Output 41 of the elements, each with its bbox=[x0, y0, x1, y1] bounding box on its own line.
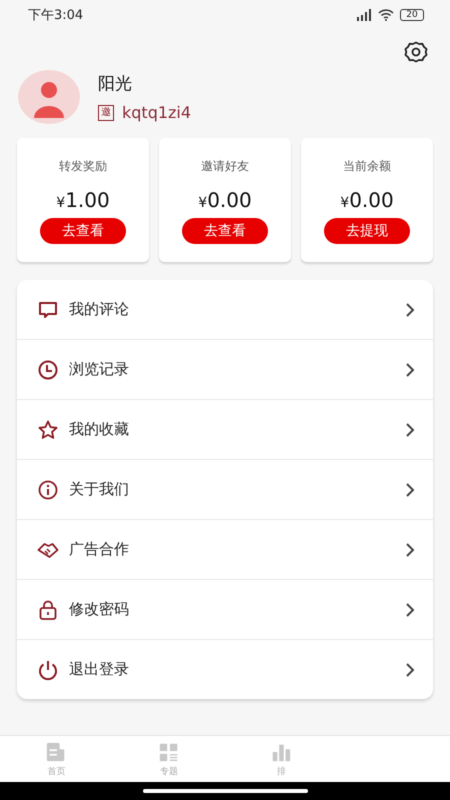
chevron-icon bbox=[405, 542, 415, 558]
stat-label: 转发奖励 bbox=[59, 158, 107, 175]
status-time: 下午3:04 bbox=[28, 7, 84, 24]
menu-item[interactable]: 退出登录 bbox=[69, 660, 395, 679]
star-icon bbox=[37, 418, 59, 440]
lock-icon bbox=[37, 598, 59, 620]
avatar-icon bbox=[18, 70, 80, 124]
chevron-icon bbox=[405, 422, 415, 438]
stat-label: 当前余额 bbox=[343, 158, 391, 175]
chevron-icon bbox=[405, 602, 415, 618]
wifi-icon bbox=[378, 9, 394, 21]
stat-amount: 0.00 bbox=[349, 188, 394, 212]
currency-sign: ¥ bbox=[198, 195, 208, 211]
stat-button[interactable]: 去查看 bbox=[182, 218, 268, 244]
battery-indicator: 20 bbox=[400, 9, 424, 21]
menu-item[interactable]: 广告合作 bbox=[69, 540, 395, 559]
menu-item[interactable]: 修改密码 bbox=[69, 600, 395, 619]
chevron-icon bbox=[405, 302, 415, 318]
chevron-icon bbox=[405, 362, 415, 378]
chevron-icon bbox=[405, 482, 415, 498]
invite-badge: 邀 bbox=[98, 104, 114, 120]
menu-item[interactable]: 关于我们 bbox=[69, 480, 395, 499]
chevron-icon bbox=[405, 662, 415, 678]
currency-sign: ¥ bbox=[56, 195, 66, 211]
stat-amount: 0.00 bbox=[207, 188, 252, 212]
stat-button[interactable]: 去查看 bbox=[40, 218, 126, 244]
user-name: 阳光 bbox=[98, 73, 133, 95]
settings-icon[interactable] bbox=[404, 40, 428, 64]
info-icon bbox=[37, 478, 59, 500]
stat-amount: 1.00 bbox=[65, 188, 110, 212]
menu-item[interactable]: 我的评论 bbox=[69, 300, 395, 319]
history-icon bbox=[37, 358, 59, 380]
currency-sign: ¥ bbox=[340, 195, 350, 211]
stat-button[interactable]: 去提现 bbox=[324, 218, 410, 244]
menu-item[interactable]: 浏览记录 bbox=[69, 360, 395, 379]
document-icon bbox=[45, 740, 68, 762]
invite-code: kqtq1zi4 bbox=[122, 103, 192, 122]
menu-item[interactable]: 我的收藏 bbox=[69, 420, 395, 439]
power-icon bbox=[37, 658, 59, 680]
stat-label: 邀请好友 bbox=[201, 158, 249, 175]
signal-icon bbox=[356, 9, 372, 21]
